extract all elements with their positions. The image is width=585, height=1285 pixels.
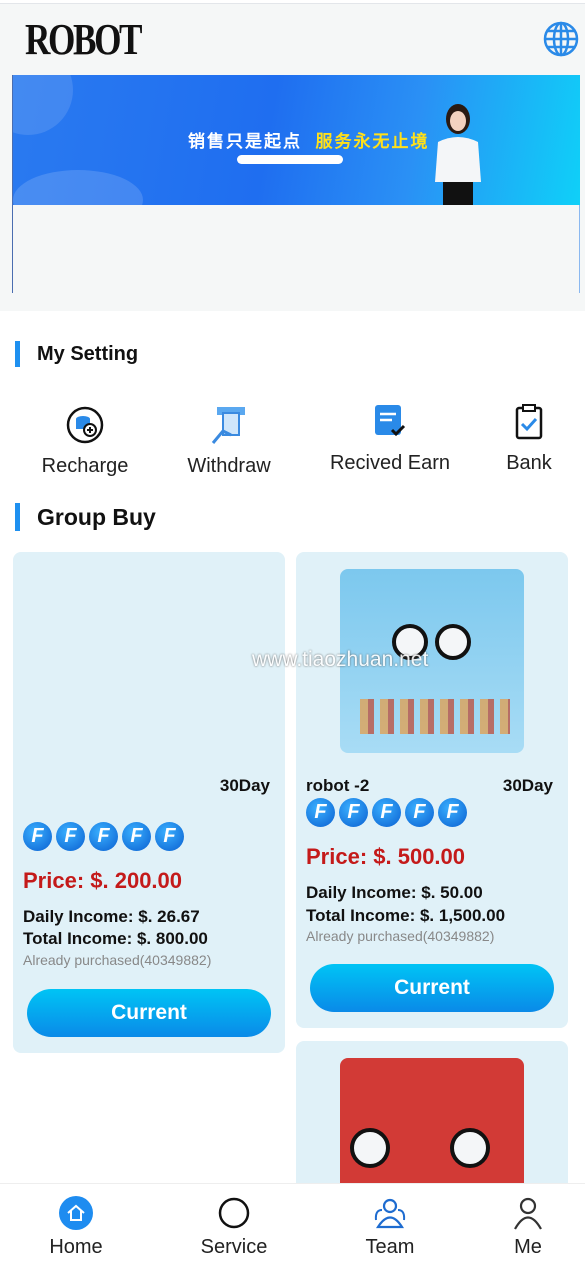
coin-icon: F [405, 798, 434, 827]
nav-home[interactable]: Home [26, 1196, 126, 1259]
atm-icon [211, 407, 245, 444]
nav-me[interactable]: Me [478, 1196, 578, 1259]
nav-team[interactable]: Team [340, 1196, 440, 1259]
action-label: Recharge [41, 455, 129, 477]
action-label: Withdraw [187, 455, 271, 477]
nav-label: Team [365, 1236, 415, 1258]
section-title-my-setting: My Setting [15, 341, 138, 367]
total-income: Total Income: $. 1,500.00 [306, 906, 506, 925]
product-days: 30Day [502, 776, 553, 795]
nav-label: Me [514, 1236, 542, 1258]
coin-icon: F [89, 822, 118, 851]
total-income: Total Income: $. 800.00 [23, 929, 208, 948]
home-icon [59, 1196, 93, 1230]
nav-label: Service [200, 1236, 268, 1258]
current-button[interactable]: Current [310, 964, 554, 1012]
product-card: robot -2 30Day FFFFF Price: $. 500.00 Da… [296, 552, 568, 1028]
current-button[interactable]: Current [27, 989, 271, 1037]
product-price: Price: $. 500.00 [306, 844, 466, 869]
coin-icon: F [339, 798, 368, 827]
action-recived-earn[interactable]: Recived Earn [320, 402, 460, 475]
watermark: www.tiaozhuan.net [252, 648, 429, 671]
bottom-nav: Home Service Team Me [0, 1183, 585, 1280]
rating: FFFFF [306, 798, 467, 827]
nav-label: Home [49, 1236, 103, 1258]
header: ROBOT 销售只是起点 服务永无止境 [0, 3, 585, 311]
document-check-icon [375, 405, 406, 437]
action-label: Recived Earn [329, 452, 451, 474]
banner-slogan: 销售只是起点 [188, 132, 302, 151]
user-icon [514, 1197, 542, 1230]
globe-icon[interactable] [543, 21, 579, 57]
action-withdraw[interactable]: Withdraw [169, 405, 289, 478]
nav-service[interactable]: Service [184, 1196, 284, 1259]
banner-slogan-highlight: 服务永无止境 [315, 132, 430, 151]
purchased-count: Already purchased(40349882) [23, 952, 212, 968]
banner-carousel[interactable]: 销售只是起点 服务永无止境 [12, 75, 580, 293]
rating: FFFFF [23, 822, 184, 851]
coin-icon: F [56, 822, 85, 851]
coin-icon: F [122, 822, 151, 851]
product-name: robot -2 [306, 776, 370, 795]
action-recharge[interactable]: Recharge [25, 405, 145, 478]
woman-image [435, 104, 481, 205]
coin-icon: F [23, 822, 52, 851]
banner-pill [237, 155, 343, 164]
product-image [33, 569, 223, 754]
circle-icon [218, 1197, 250, 1229]
banner-image: 销售只是起点 服务永无止境 [13, 75, 580, 205]
coin-icon: F [155, 822, 184, 851]
action-bank[interactable]: Bank [489, 402, 569, 475]
coin-plus-icon [66, 406, 104, 444]
section-title-group-buy: Group Buy [15, 503, 156, 531]
product-card [296, 1041, 568, 1208]
product-card: 30Day FFFFF Price: $. 200.00 Daily Incom… [13, 552, 285, 1053]
product-price: Price: $. 200.00 [23, 868, 183, 893]
purchased-count: Already purchased(40349882) [306, 928, 495, 944]
coin-icon: F [306, 798, 335, 827]
product-days: 30Day [219, 776, 270, 795]
action-label: Bank [506, 452, 552, 474]
coin-icon: F [372, 798, 401, 827]
team-icon [374, 1198, 406, 1229]
daily-income: Daily Income: $. 26.67 [23, 907, 200, 926]
daily-income: Daily Income: $. 50.00 [306, 883, 483, 902]
logo: ROBOT [25, 15, 143, 64]
coin-icon: F [438, 798, 467, 827]
clipboard-check-icon [515, 404, 543, 440]
